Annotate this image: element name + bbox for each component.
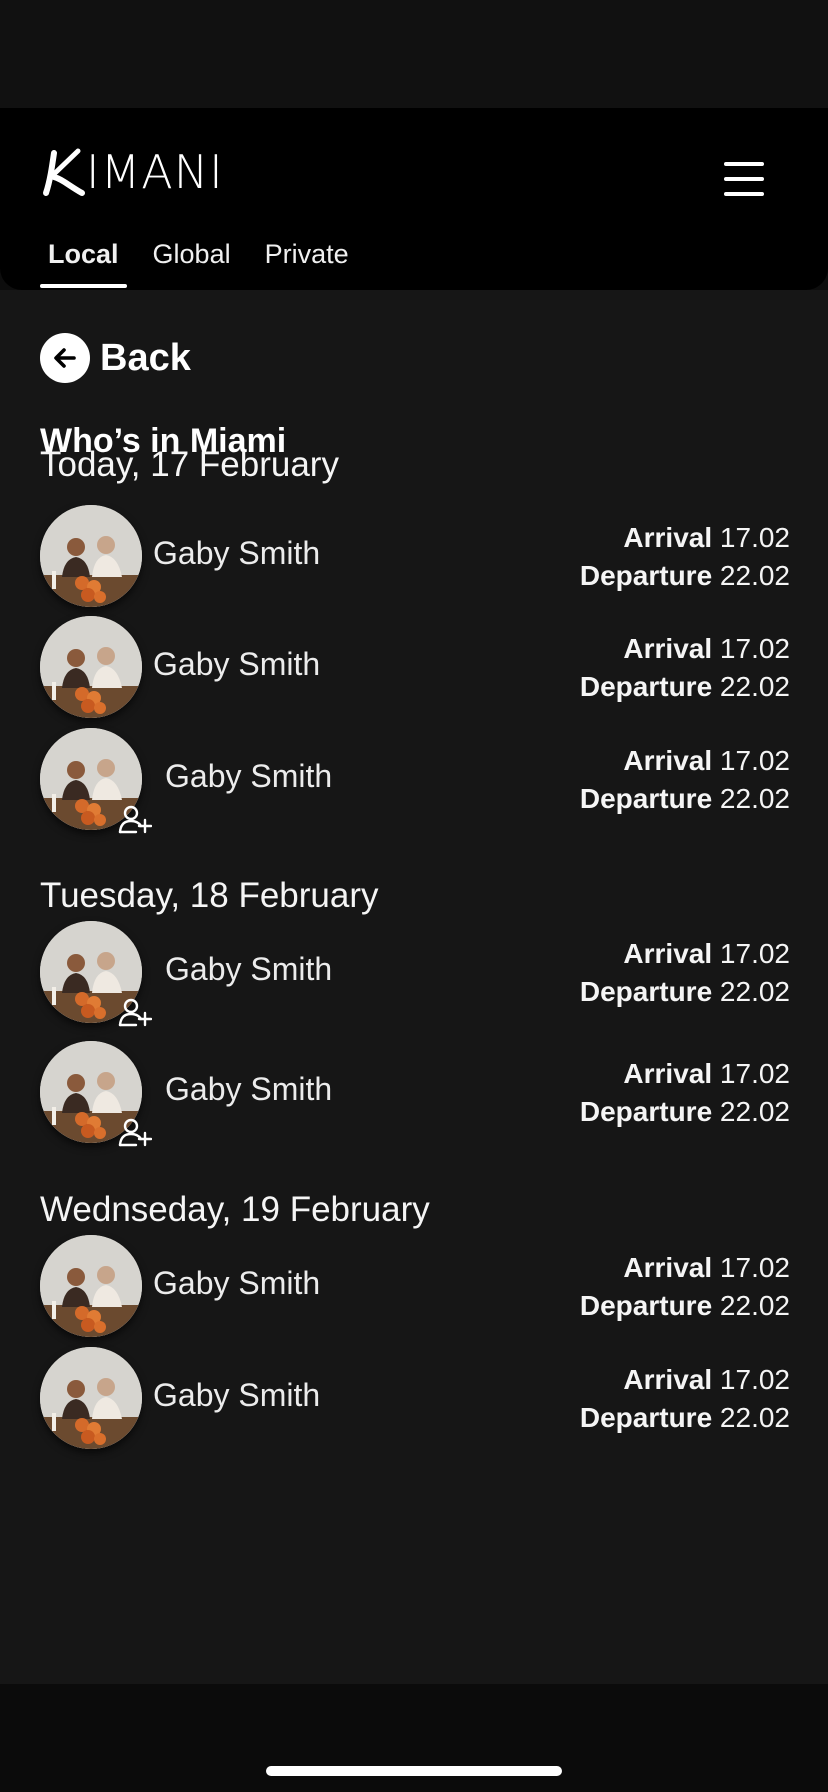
kimani-logo[interactable]: IMANI <box>40 146 224 198</box>
stay-dates: Arrival 17.02 Departure 22.02 <box>580 742 790 818</box>
avatar[interactable] <box>40 1235 142 1337</box>
departure-date: 22.02 <box>719 1402 790 1433</box>
departure-label: Departure <box>579 1290 713 1321</box>
departure-label: Departure <box>579 1402 713 1433</box>
person-row[interactable]: Gaby Smith Arrival 17.02 Departure 22.02 <box>40 616 790 720</box>
arrival-date: 17.02 <box>719 1364 790 1395</box>
home-indicator-area <box>0 1684 828 1792</box>
departure-date: 22.02 <box>719 671 790 702</box>
person-name: Gaby Smith <box>153 535 321 571</box>
departure-label: Departure <box>579 671 713 702</box>
arrow-left-icon <box>40 333 90 383</box>
departure-label: Departure <box>579 1096 713 1127</box>
day-header: Today, 17 February <box>40 445 339 484</box>
person-name: Gaby Smith <box>165 1071 333 1107</box>
departure-line: Departure 22.02 <box>580 668 790 706</box>
departure-line: Departure 22.02 <box>580 1093 790 1131</box>
departure-label: Departure <box>579 976 713 1007</box>
avatar[interactable] <box>40 616 142 718</box>
arrival-line: Arrival 17.02 <box>580 519 790 557</box>
person-row[interactable]: Gaby Smith Arrival 17.02 Departure 22.02 <box>40 728 790 834</box>
departure-date: 22.02 <box>719 976 790 1007</box>
stay-dates: Arrival 17.02 Departure 22.02 <box>580 1055 790 1131</box>
departure-date: 22.02 <box>719 1290 790 1321</box>
arrival-label: Arrival <box>623 1364 713 1395</box>
person-name: Gaby Smith <box>153 1265 321 1301</box>
stay-dates: Arrival 17.02 Departure 22.02 <box>580 1249 790 1325</box>
arrival-label: Arrival <box>623 1058 713 1089</box>
stay-dates: Arrival 17.02 Departure 22.02 <box>580 630 790 706</box>
avatar[interactable] <box>40 505 142 607</box>
person-row[interactable]: Gaby Smith Arrival 17.02 Departure 22.02 <box>40 505 790 609</box>
back-button[interactable]: Back <box>40 333 191 383</box>
status-bar <box>0 0 828 108</box>
arrival-date: 17.02 <box>719 745 790 776</box>
tab-local[interactable]: Local <box>40 234 127 288</box>
departure-label: Departure <box>579 783 713 814</box>
person-name: Gaby Smith <box>153 646 321 682</box>
arrival-label: Arrival <box>623 522 713 553</box>
arrival-date: 17.02 <box>719 938 790 969</box>
arrival-date: 17.02 <box>719 1252 790 1283</box>
logo-k-mark <box>43 148 85 196</box>
avatar[interactable] <box>40 1347 142 1449</box>
person-name: Gaby Smith <box>165 758 333 794</box>
arrival-line: Arrival 17.02 <box>580 1055 790 1093</box>
person-row[interactable]: Gaby Smith Arrival 17.02 Departure 22.02 <box>40 921 790 1027</box>
tab-bar: Local Global Private <box>40 234 375 288</box>
stay-dates: Arrival 17.02 Departure 22.02 <box>580 519 790 595</box>
arrival-label: Arrival <box>623 938 713 969</box>
arrival-date: 17.02 <box>719 522 790 553</box>
person-row[interactable]: Gaby Smith Arrival 17.02 Departure 22.02 <box>40 1041 790 1147</box>
day-header: Wednseday, 19 February <box>40 1190 430 1229</box>
back-label: Back <box>100 336 191 379</box>
stay-dates: Arrival 17.02 Departure 22.02 <box>580 1361 790 1437</box>
arrival-date: 17.02 <box>719 1058 790 1089</box>
arrival-line: Arrival 17.02 <box>580 1361 790 1399</box>
user-plus-icon[interactable] <box>118 995 153 1029</box>
departure-date: 22.02 <box>719 560 790 591</box>
departure-line: Departure 22.02 <box>580 973 790 1011</box>
departure-date: 22.02 <box>719 1096 790 1127</box>
departure-line: Departure 22.02 <box>580 557 790 595</box>
departure-line: Departure 22.02 <box>580 1287 790 1325</box>
arrival-date: 17.02 <box>719 633 790 664</box>
day-header: Tuesday, 18 February <box>40 876 379 915</box>
person-name: Gaby Smith <box>165 951 333 987</box>
tab-private[interactable]: Private <box>257 234 357 288</box>
person-row[interactable]: Gaby Smith Arrival 17.02 Departure 22.02 <box>40 1235 790 1339</box>
user-plus-icon[interactable] <box>118 802 153 836</box>
main-content: Back Who’s in Miami Today, 17 February G… <box>0 290 828 1684</box>
arrival-line: Arrival 17.02 <box>580 935 790 973</box>
stay-dates: Arrival 17.02 Departure 22.02 <box>580 935 790 1011</box>
hamburger-menu-icon[interactable] <box>724 162 766 196</box>
person-row[interactable]: Gaby Smith Arrival 17.02 Departure 22.02 <box>40 1347 790 1451</box>
home-indicator[interactable] <box>266 1766 562 1776</box>
departure-date: 22.02 <box>719 783 790 814</box>
logo-text: IMANI <box>86 145 224 199</box>
departure-label: Departure <box>579 560 713 591</box>
departure-line: Departure 22.02 <box>580 1399 790 1437</box>
person-name: Gaby Smith <box>153 1377 321 1413</box>
user-plus-icon[interactable] <box>118 1115 153 1149</box>
arrival-label: Arrival <box>623 633 713 664</box>
app-header: IMANI Local Global Private <box>0 108 828 290</box>
arrival-label: Arrival <box>623 1252 713 1283</box>
tab-global[interactable]: Global <box>145 234 239 288</box>
arrival-line: Arrival 17.02 <box>580 1249 790 1287</box>
arrival-line: Arrival 17.02 <box>580 630 790 668</box>
arrival-line: Arrival 17.02 <box>580 742 790 780</box>
arrival-label: Arrival <box>623 745 713 776</box>
departure-line: Departure 22.02 <box>580 780 790 818</box>
